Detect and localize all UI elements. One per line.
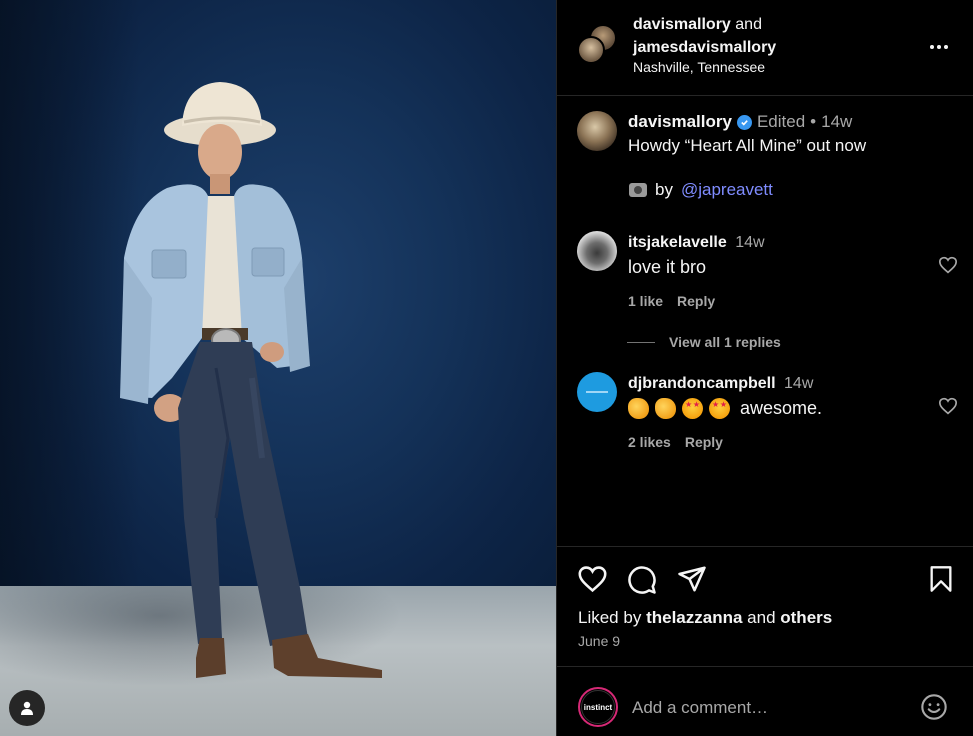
credit-by: by (655, 180, 673, 199)
cowboy-figure (120, 82, 382, 678)
user-icon (21, 701, 33, 715)
avatar[interactable]: instinct (578, 687, 618, 727)
post-date[interactable]: June 9 (578, 633, 620, 649)
collab-avatars[interactable] (577, 24, 619, 66)
comment-content: awesome. (628, 398, 822, 419)
verified-badge-icon (736, 114, 752, 130)
heart-icon[interactable] (938, 256, 958, 274)
liked-prefix: Liked by (578, 608, 642, 627)
heart-icon[interactable] (938, 397, 958, 415)
mention-link[interactable]: @japreavett (681, 180, 773, 200)
liked-others-link[interactable]: others (780, 608, 832, 627)
caption-time: 14w (821, 112, 853, 131)
star-eyes-emoji-icon (682, 398, 703, 419)
add-comment-bar: instinct (557, 666, 973, 736)
more-options-icon[interactable] (930, 37, 952, 57)
caption-header: davismallory Edited • 14w (628, 112, 852, 132)
username-link[interactable]: itsjakelavelle (628, 234, 727, 251)
view-replies-button[interactable]: View all 1 replies (627, 334, 781, 350)
avatar[interactable] (577, 111, 617, 151)
username-link[interactable]: davismallory (633, 16, 731, 33)
comment-icon[interactable] (627, 565, 657, 595)
brand-avatar-label: instinct (581, 690, 615, 724)
comment-time: 14w (784, 375, 814, 392)
clap-emoji-icon (628, 398, 649, 419)
view-replies-label: View all 1 replies (669, 334, 781, 350)
camera-icon (629, 183, 647, 197)
avatar (577, 36, 605, 64)
photo-credit: by @japreavett (629, 180, 773, 200)
avatar[interactable] (577, 231, 617, 271)
caption-text: Howdy “Heart All Mine” out now (628, 136, 867, 155)
reply-button[interactable]: Reply (677, 293, 715, 309)
username-link[interactable]: jamesdavismallory (633, 39, 776, 56)
separator: • (810, 112, 817, 131)
bookmark-icon[interactable] (929, 565, 953, 593)
likes-count[interactable]: 2 likes (628, 434, 671, 450)
divider (627, 341, 655, 343)
reply-button[interactable]: Reply (685, 434, 723, 450)
liked-and: and (747, 608, 776, 627)
comments-section: davismallory Edited • 14w Howdy “Heart A… (557, 97, 973, 545)
location-link[interactable]: Nashville, Tennessee (633, 59, 765, 75)
post-actions: Liked by thelazzanna and others June 9 (557, 546, 973, 666)
comment-input[interactable] (632, 695, 902, 721)
liked-by-text: Liked by thelazzanna and others (578, 608, 832, 628)
post-header: davismallory and jamesdavismallory Nashv… (557, 0, 973, 96)
collab-usernames: davismallory and jamesdavismallory (633, 13, 776, 59)
comment-time: 14w (735, 234, 765, 251)
likes-count[interactable]: 1 like (628, 293, 663, 309)
comment-text: love it bro (628, 257, 707, 277)
comment-text: awesome. (740, 398, 823, 418)
star-eyes-emoji-icon (709, 398, 730, 419)
username-link[interactable]: djbrandoncampbell (628, 375, 776, 392)
avatar[interactable] (577, 372, 617, 412)
and-text: and (735, 16, 762, 33)
tagged-user-button[interactable] (9, 690, 45, 726)
send-icon[interactable] (677, 565, 707, 593)
liked-user-link[interactable]: thelazzanna (646, 608, 742, 627)
clap-emoji-icon (655, 398, 676, 419)
heart-icon[interactable] (577, 565, 608, 593)
post-panel: davismallory and jamesdavismallory Nashv… (556, 0, 973, 736)
username-link[interactable]: davismallory (628, 112, 732, 132)
post-photo[interactable] (0, 0, 556, 736)
smile-icon[interactable] (920, 693, 948, 721)
edited-label: Edited (756, 112, 806, 131)
